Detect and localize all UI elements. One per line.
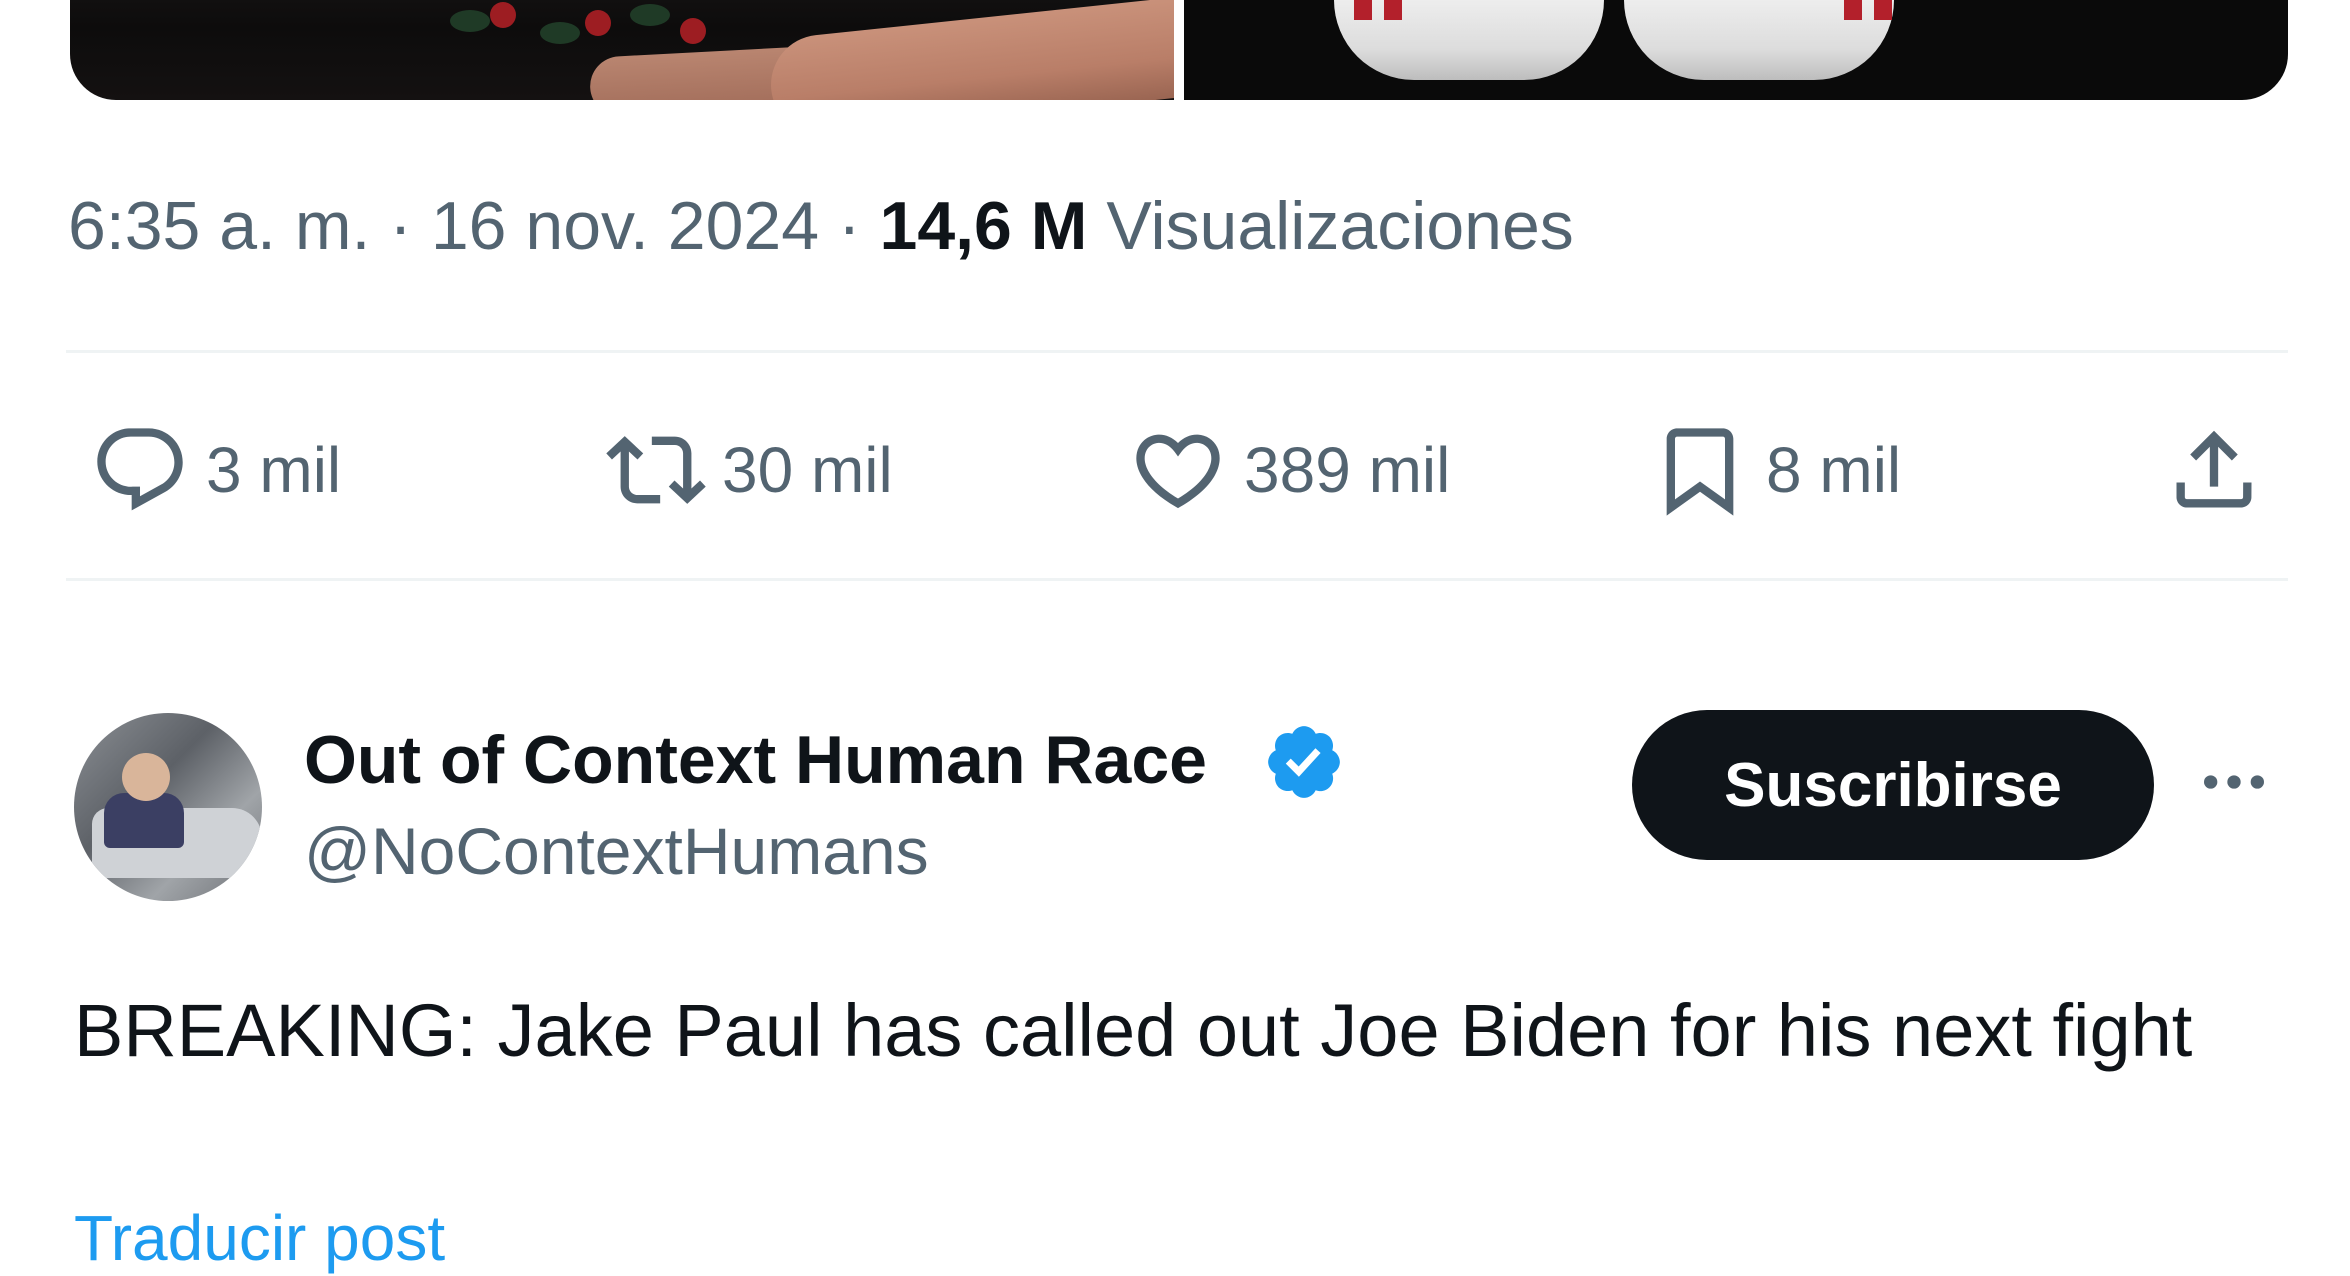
bookmark-button[interactable]: 8 mil	[1650, 405, 1901, 535]
tweet-date[interactable]: 16 nov. 2024	[431, 188, 819, 264]
tweet-time[interactable]: 6:35 a. m.	[68, 188, 370, 264]
tweet-meta: 6:35 a. m. · 16 nov. 2024 · 14,6 M Visua…	[68, 186, 1574, 266]
meta-separator: ·	[389, 188, 412, 264]
meta-separator: ·	[837, 188, 861, 264]
verified-badge-icon	[1268, 726, 1340, 798]
author-handle[interactable]: @NoContextHumans	[304, 813, 929, 889]
reply-count: 3 mil	[206, 434, 342, 506]
more-options-button[interactable]	[2194, 742, 2274, 822]
share-icon	[2176, 430, 2252, 508]
reply-button[interactable]: 3 mil	[90, 405, 341, 535]
reply-icon	[97, 428, 183, 511]
media-image-left[interactable]	[70, 0, 1174, 100]
like-count: 389 mil	[1244, 434, 1451, 506]
subscribe-button[interactable]: Suscribirse	[1632, 710, 2154, 860]
like-button[interactable]: 389 mil	[1128, 405, 1450, 535]
heart-icon	[1136, 434, 1220, 509]
author-name[interactable]: Out of Context Human Race	[304, 722, 1207, 798]
bookmark-count: 8 mil	[1766, 434, 1902, 506]
views-count[interactable]: 14,6 M	[880, 188, 1088, 264]
avatar[interactable]	[74, 713, 262, 901]
repost-button[interactable]: 30 mil	[606, 405, 893, 535]
divider	[66, 350, 2288, 353]
bookmark-icon	[1666, 428, 1734, 516]
tweet-text: BREAKING: Jake Paul has called out Joe B…	[74, 989, 2193, 1072]
repost-count: 30 mil	[722, 434, 893, 506]
translate-link[interactable]: Traducir post	[74, 1200, 445, 1276]
repost-icon	[606, 436, 706, 504]
views-label[interactable]: Visualizaciones	[1106, 188, 1573, 264]
divider	[66, 578, 2288, 581]
tweet-media[interactable]	[70, 0, 2288, 100]
media-image-right[interactable]	[1184, 0, 2288, 100]
more-options-icon	[2204, 775, 2264, 789]
share-button[interactable]	[2164, 405, 2264, 535]
tweet-action-bar: 3 mil 30 mil 389 mil 8 mil	[66, 405, 2288, 535]
